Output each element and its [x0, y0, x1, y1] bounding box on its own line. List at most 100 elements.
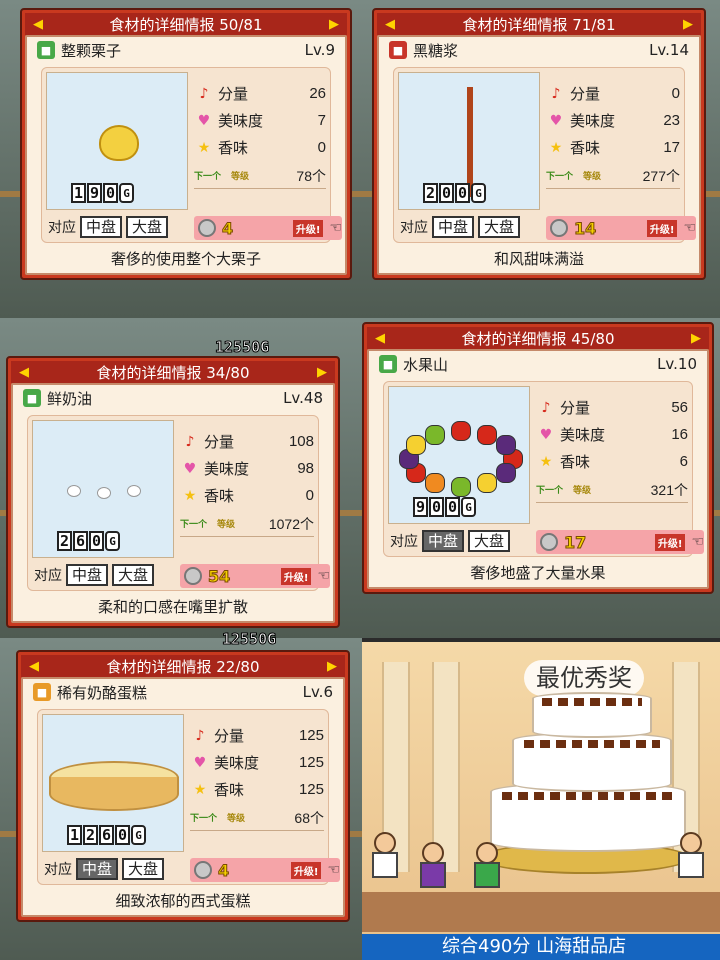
- heart-icon: ♥: [197, 112, 211, 129]
- upgrade-icon: 升级!: [646, 219, 678, 237]
- heart-icon: ♥: [549, 112, 563, 129]
- upgrade-bar[interactable]: 4 升级! ☜: [194, 216, 342, 240]
- tier-tag-icon: 等级: [573, 486, 592, 496]
- stock-row: 下一个 等级 78个: [194, 163, 326, 189]
- plate-size-button[interactable]: 大盘: [478, 216, 521, 238]
- stat-value: 0: [671, 85, 680, 102]
- upgrade-icon: 升级!: [292, 219, 324, 237]
- plate-size-selector: 对应 中盘 大盘: [390, 530, 511, 552]
- prev-arrow-icon[interactable]: ◀: [17, 365, 31, 380]
- stat-label: 香味: [570, 139, 601, 157]
- plate-size-button[interactable]: 中盘: [422, 530, 465, 552]
- plate-size-button[interactable]: 中盘: [80, 216, 123, 238]
- gold-icon: G: [119, 183, 134, 203]
- stat-label: 美味度: [218, 112, 264, 130]
- plate-size-button[interactable]: 中盘: [76, 858, 119, 880]
- stat-row: ♥ 美味度 98: [180, 455, 314, 482]
- ingredient-level: Lv.14: [649, 41, 689, 59]
- panel-header: ◀ 食材的详细情报 71/81 ▶: [377, 13, 701, 35]
- stats-block: ♪ 分量 0 ♥ 美味度 23 ★ 香味 17 下一个 等级 277个: [546, 80, 680, 189]
- coin-icon: [194, 861, 212, 879]
- ingredient-level: Lv.48: [283, 389, 323, 407]
- stat-row: ♥ 美味度 7: [194, 107, 326, 134]
- stat-row: ♪ 分量 0: [546, 80, 680, 107]
- tier-tag-icon: 等级: [583, 172, 602, 182]
- upgrade-icon: 升级!: [280, 567, 312, 585]
- stat-label: 美味度: [204, 460, 250, 478]
- ingredient-description: 奢侈地盛了大量水果: [470, 564, 606, 582]
- prev-arrow-icon[interactable]: ◀: [31, 17, 45, 32]
- next-tag-icon: 下一个: [546, 172, 574, 182]
- plate-size-button[interactable]: 大盘: [126, 216, 169, 238]
- prev-arrow-icon[interactable]: ◀: [383, 17, 397, 32]
- upgrade-bar[interactable]: 17 升级! ☜: [536, 530, 704, 554]
- plate-size-button[interactable]: 中盘: [66, 564, 109, 586]
- ingredient-image: 900G: [388, 386, 530, 524]
- stat-label: 香味: [560, 453, 591, 471]
- stat-value: 0: [305, 487, 314, 504]
- stat-label: 分量: [570, 85, 601, 103]
- plate-size-button[interactable]: 中盘: [432, 216, 475, 238]
- upgrade-cost: 4: [222, 218, 234, 238]
- pointer-hand-icon: ☜: [329, 220, 342, 236]
- upgrade-bar[interactable]: 4 升级! ☜: [190, 858, 340, 882]
- plate-label: 对应: [390, 534, 418, 550]
- ingredient-image: 200G: [398, 72, 540, 210]
- prev-arrow-icon[interactable]: ◀: [373, 331, 387, 346]
- stat-value: 26: [309, 85, 326, 102]
- next-arrow-icon[interactable]: ▶: [315, 365, 329, 380]
- next-arrow-icon[interactable]: ▶: [681, 17, 695, 32]
- stat-row: ♪ 分量 125: [190, 722, 324, 749]
- stat-row: ★ 香味 0: [194, 134, 326, 161]
- coin-icon: [550, 219, 568, 237]
- heart-icon: ♥: [193, 754, 207, 771]
- award-title: 最优秀奖: [524, 660, 644, 696]
- plate-size-button[interactable]: 大盘: [468, 530, 511, 552]
- ingredient-image: 260G: [32, 420, 174, 558]
- panel-header: ◀ 食材的详细情报 50/81 ▶: [25, 13, 347, 35]
- money-display: 12550G: [221, 630, 277, 649]
- coin-icon: [540, 533, 558, 551]
- heart-icon: ♥: [539, 426, 553, 443]
- plate-label: 对应: [34, 568, 62, 584]
- plate-size-button[interactable]: 大盘: [122, 858, 165, 880]
- next-arrow-icon[interactable]: ▶: [689, 331, 703, 346]
- plate-size-selector: 对应 中盘 大盘: [400, 216, 521, 238]
- music-note-icon: ♪: [551, 85, 561, 102]
- plate-size-button[interactable]: 大盘: [112, 564, 155, 586]
- tier-tag-icon: 等级: [227, 814, 246, 824]
- money-display: 12550G: [214, 338, 270, 357]
- gold-icon: G: [105, 531, 120, 551]
- ingredient-level: Lv.10: [657, 355, 697, 373]
- stat-row: ★ 香味 17: [546, 134, 680, 161]
- price-display: 190G: [71, 183, 134, 203]
- stat-value: 56: [671, 399, 688, 416]
- upgrade-bar[interactable]: 14 升级! ☜: [546, 216, 696, 240]
- pointer-hand-icon: ☜: [691, 534, 704, 550]
- plate-size-selector: 对应 中盘 大盘: [44, 858, 165, 880]
- ingredient-detail-panel: ◀ 食材的详细情报 22/80 ▶ ■ 稀有奶酪蛋糕 Lv.6 1260G ♪: [16, 650, 350, 922]
- stat-row: ♥ 美味度 125: [190, 749, 324, 776]
- next-arrow-icon[interactable]: ▶: [327, 17, 341, 32]
- star-icon: ★: [183, 487, 197, 504]
- panel-header-title: 食材的详细情报 45/80: [461, 329, 615, 348]
- upgrade-bar[interactable]: 54 升级! ☜: [180, 564, 330, 588]
- prev-arrow-icon[interactable]: ◀: [27, 659, 41, 674]
- upgrade-icon: 升级!: [654, 533, 686, 551]
- stat-label: 香味: [218, 139, 249, 157]
- stat-label: 美味度: [570, 112, 616, 130]
- panel-header: ◀ 食材的详细情报 22/80 ▶: [21, 655, 345, 677]
- next-tag-icon: 下一个: [536, 486, 564, 496]
- panel-header-title: 食材的详细情报 71/81: [462, 15, 616, 34]
- ingredient-description: 奢侈的使用整个大栗子: [110, 250, 261, 268]
- next-arrow-icon[interactable]: ▶: [325, 659, 339, 674]
- heart-icon: ♥: [183, 460, 197, 477]
- pointer-hand-icon: ☜: [327, 862, 340, 878]
- panel-header-title: 食材的详细情报 34/80: [96, 363, 250, 382]
- ingredient-detail-panel: ◀ 食材的详细情报 45/80 ▶ ■ 水果山 Lv.10 900G ♪ 分量 …: [362, 322, 714, 594]
- staff-character: [474, 842, 500, 888]
- stat-value: 98: [297, 460, 314, 477]
- stats-block: ♪ 分量 26 ♥ 美味度 7 ★ 香味 0 下一个 等级 78个: [194, 80, 326, 189]
- ingredient-category-icon: ■: [379, 355, 397, 373]
- music-note-icon: ♪: [199, 85, 209, 102]
